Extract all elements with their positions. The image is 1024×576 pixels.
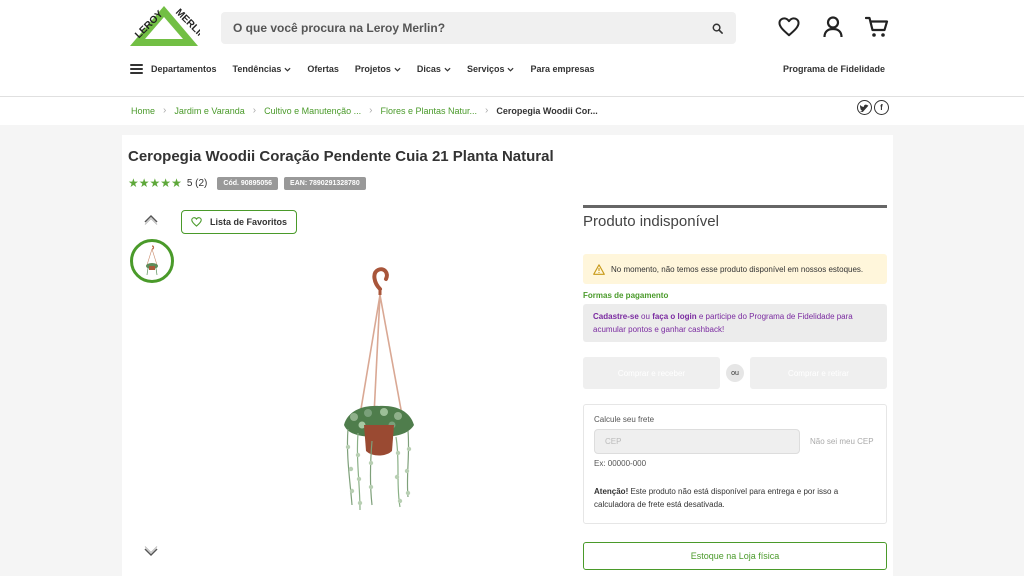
star-icon: ★ [128, 176, 139, 190]
buy-and-pickup-button[interactable]: Comprar e retirar [750, 357, 887, 389]
product-image[interactable] [334, 265, 424, 515]
star-icon: ★ [149, 176, 161, 190]
signup-link[interactable]: Cadastre-se [593, 312, 639, 321]
attention-label: Atenção! [594, 487, 629, 496]
add-to-favorites-button[interactable]: Lista de Favoritos [181, 210, 297, 234]
header-actions [776, 14, 890, 40]
chevron-right-icon: › [163, 105, 167, 116]
breadcrumb-cultivo[interactable]: Cultivo e Manutenção ... [264, 106, 361, 116]
warning-icon [593, 264, 605, 275]
nav-label: Serviços [466, 64, 505, 74]
nav-item-servicos[interactable]: Serviços [467, 64, 515, 74]
rating-stars[interactable]: ★ ★ ★ ★ ★ [128, 176, 182, 190]
chevron-down-icon [394, 67, 401, 72]
nav-item-tendencias[interactable]: Tendências [233, 64, 292, 74]
site-header: LEROY MERLIN Departamentos Tendências Of… [0, 0, 1024, 97]
main-nav: Departamentos Tendências Ofertas Projeto… [130, 64, 595, 74]
payment-methods-link[interactable]: Formas de pagamento [583, 291, 887, 300]
nav-loyalty-program[interactable]: Programa de Fidelidade [783, 64, 885, 74]
product-title: Ceropegia Woodii Coração Pendente Cuia 2… [128, 148, 554, 165]
store-stock-button[interactable]: Estoque na Loja física [583, 542, 887, 570]
cep-example: Ex: 00000-000 [594, 459, 647, 468]
availability-status: Produto indisponível [583, 205, 887, 230]
unknown-cep-link[interactable]: Não sei meu CEP [810, 437, 874, 446]
stock-notice-text: No momento, não temos esse produto dispo… [611, 265, 864, 274]
chevron-down-icon [284, 67, 291, 72]
search-icon[interactable] [710, 21, 724, 35]
nav-departments-label: Departamentos [151, 64, 217, 74]
nav-label: Para empresas [530, 64, 595, 74]
rating-count[interactable]: 5 (2) [187, 178, 208, 189]
cep-input[interactable] [594, 429, 800, 454]
nav-departments[interactable]: Departamentos [130, 64, 217, 74]
freight-attention: Atenção! Este produto não está disponíve… [594, 485, 876, 511]
product-thumbnail[interactable] [130, 239, 174, 283]
purchase-panel: Produto indisponível No momento, não tem… [583, 205, 887, 570]
breadcrumb-jardim[interactable]: Jardim e Varanda [174, 106, 244, 116]
or-separator: ou [726, 364, 744, 382]
freight-calculator: Calcule seu frete Não sei meu CEP Ex: 00… [583, 404, 887, 524]
product-card: Ceropegia Woodii Coração Pendente Cuia 2… [122, 135, 893, 576]
buy-actions: Comprar e receber ou Comprar e retirar [583, 357, 887, 389]
chevron-down-icon [444, 67, 451, 72]
breadcrumb-home[interactable]: Home [131, 106, 155, 116]
breadcrumb-current: Ceropegia Woodii Cor... [496, 105, 598, 116]
nav-label: Dicas [416, 64, 441, 74]
nav-item-projetos[interactable]: Projetos [355, 64, 401, 74]
favorites-label: Lista de Favoritos [209, 217, 288, 227]
chevron-down-icon [507, 67, 515, 72]
breadcrumb-flores[interactable]: Flores e Plantas Natur... [380, 106, 477, 116]
nav-label: Tendências [232, 64, 282, 74]
product-meta: ★ ★ ★ ★ ★ 5 (2) Cód. 90895056 EAN: 78902… [128, 176, 366, 190]
facebook-icon[interactable]: f [874, 100, 889, 115]
freight-label: Calcule seu frete [594, 415, 655, 424]
star-icon: ★ [138, 176, 150, 190]
menu-icon [130, 64, 143, 74]
search-bar [221, 12, 736, 44]
star-icon: ★ [160, 176, 171, 190]
chevron-right-icon: › [369, 105, 373, 116]
twitter-icon[interactable] [857, 100, 872, 115]
breadcrumb: Home › Jardim e Varanda › Cultivo e Manu… [131, 105, 598, 116]
chevron-up-icon[interactable] [143, 213, 159, 225]
product-code-badge: Cód. 90895056 [217, 176, 279, 190]
attention-text: Este produto não está disponível para en… [594, 487, 839, 509]
product-ean-badge: EAN: 7890291328780 [284, 176, 366, 190]
nav-item-para-empresas[interactable]: Para empresas [530, 64, 594, 74]
stock-notice: No momento, não temos esse produto dispo… [583, 254, 887, 284]
star-icon: ★ [171, 176, 182, 190]
nav-label: Projetos [354, 64, 391, 74]
breadcrumb-bar: Home › Jardim e Varanda › Cultivo e Manu… [0, 97, 1024, 125]
nav-item-dicas[interactable]: Dicas [417, 64, 451, 74]
leroy-merlin-logo[interactable]: LEROY MERLIN [128, 4, 200, 48]
chevron-right-icon: › [485, 105, 489, 116]
heart-icon [191, 217, 202, 227]
loyalty-promo: Cadastre-se ou faça o login e participe … [583, 304, 887, 342]
freight-row: Não sei meu CEP [594, 429, 876, 454]
chevron-down-icon[interactable] [143, 546, 159, 558]
nav-item-ofertas[interactable]: Ofertas [307, 64, 339, 74]
heart-icon[interactable] [776, 14, 802, 40]
loyalty-or-text: ou [641, 312, 650, 321]
nav-label: Ofertas [307, 64, 339, 74]
chevron-right-icon: › [252, 105, 257, 116]
cart-icon[interactable] [864, 14, 890, 40]
buy-and-receive-button[interactable]: Comprar e receber [583, 357, 720, 389]
search-input[interactable] [233, 21, 710, 35]
share-buttons: f [857, 100, 889, 115]
login-link[interactable]: faça o login [652, 312, 696, 321]
user-icon[interactable] [820, 14, 846, 40]
